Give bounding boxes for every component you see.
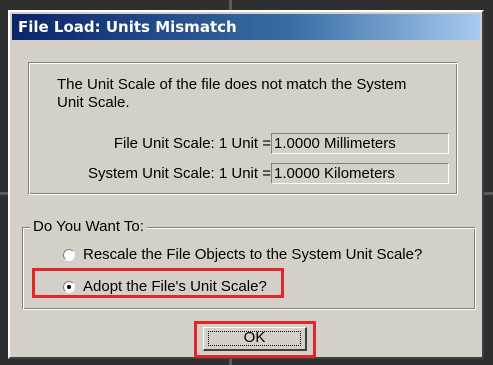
adopt-option-highlight bbox=[32, 268, 284, 298]
screen: File Load: Units Mismatch The Unit Scale… bbox=[0, 0, 493, 365]
units-mismatch-dialog: File Load: Units Mismatch The Unit Scale… bbox=[8, 10, 484, 359]
system-unit-scale-label: System Unit Scale: 1 Unit = bbox=[88, 165, 271, 182]
mismatch-message: The Unit Scale of the file does not matc… bbox=[57, 76, 407, 111]
dialog-title-bar[interactable]: File Load: Units Mismatch bbox=[12, 14, 480, 40]
ok-button-highlight bbox=[194, 321, 316, 358]
rescale-option-label[interactable]: Rescale the File Objects to the System U… bbox=[83, 246, 422, 263]
system-unit-scale-row: System Unit Scale: 1 Unit = 1.0000 Kilom… bbox=[29, 163, 459, 185]
rescale-radio[interactable] bbox=[63, 249, 75, 261]
dialog-title: File Load: Units Mismatch bbox=[18, 18, 237, 36]
file-unit-scale-row: File Unit Scale: 1 Unit = 1.0000 Millime… bbox=[29, 133, 459, 155]
options-group-legend: Do You Want To: bbox=[30, 218, 147, 235]
system-unit-scale-value: 1.0000 Kilometers bbox=[271, 163, 449, 184]
file-unit-scale-value: 1.0000 Millimeters bbox=[271, 133, 449, 154]
file-unit-scale-label: File Unit Scale: 1 Unit = bbox=[113, 135, 271, 152]
unit-scale-info-group: The Unit Scale of the file does not matc… bbox=[28, 62, 458, 195]
